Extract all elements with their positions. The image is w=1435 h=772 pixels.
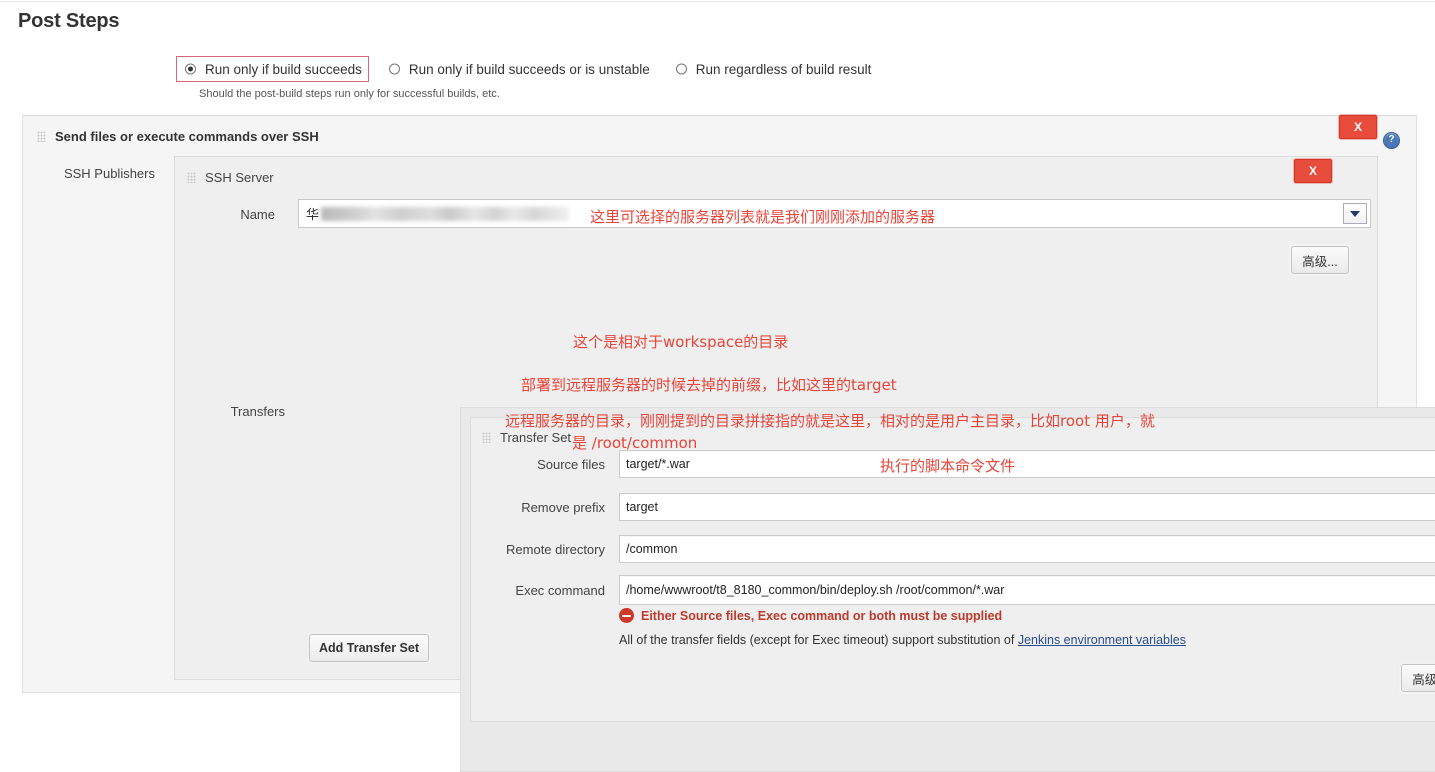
radio-run-if-succeeds[interactable]: Run only if build succeeds <box>176 56 369 82</box>
remove-prefix-label: Remove prefix <box>521 500 605 515</box>
source-files-input[interactable]: target/*.war <box>619 450 1435 478</box>
transfer-set-title-label: Transfer Set <box>500 430 572 445</box>
transfer-set-panel: Transfer Set Source files target/*.war ?… <box>470 417 1435 722</box>
error-icon <box>619 608 634 623</box>
radio-run-if-succeeds-or-unstable[interactable]: Run only if build succeeds or is unstabl… <box>381 57 656 81</box>
exec-command-label: Exec command <box>515 583 605 598</box>
radio-label: Run only if build succeeds <box>205 61 362 77</box>
run-condition-radio-group: Run only if build succeeds Run only if b… <box>176 56 878 82</box>
jenkins-env-vars-link[interactable]: Jenkins environment variables <box>1018 633 1186 647</box>
help-icon[interactable]: ? <box>1383 132 1400 149</box>
ssh-server-name-select[interactable]: 华 <box>298 199 1371 228</box>
substitution-help-prefix: All of the transfer fields (except for E… <box>619 633 1018 647</box>
add-transfer-set-button[interactable]: Add Transfer Set <box>309 634 429 662</box>
block-title-label: Send files or execute commands over SSH <box>55 129 319 144</box>
transfers-label: Transfers <box>230 404 285 419</box>
transfer-set-title: Transfer Set <box>482 430 571 445</box>
name-label: Name <box>240 207 275 222</box>
radio-indicator <box>388 63 400 75</box>
delete-block-button[interactable]: X <box>1339 115 1377 139</box>
remote-directory-label: Remote directory <box>506 542 605 557</box>
drag-handle-icon[interactable] <box>187 172 196 183</box>
remove-prefix-input[interactable]: target <box>619 493 1435 521</box>
remote-directory-input[interactable]: /common <box>619 535 1435 563</box>
top-separator <box>0 1 1435 2</box>
substitution-help-text: All of the transfer fields (except for E… <box>619 633 1186 647</box>
run-condition-hint: Should the post-build steps run only for… <box>199 88 500 100</box>
ssh-server-title-label: SSH Server <box>205 170 274 185</box>
validation-error-text: Either Source files, Exec command or bot… <box>641 608 1003 623</box>
ssh-server-name-value: 华 <box>306 207 320 222</box>
delete-ssh-server-button[interactable]: X <box>1294 159 1332 183</box>
ssh-server-title: SSH Server <box>187 170 274 185</box>
ssh-server-panel: SSH Server Name 华 高级... Transfers Transf… <box>174 156 1435 772</box>
chevron-down-icon[interactable] <box>1343 203 1367 224</box>
ssh-publisher-block: Send files or execute commands over SSH … <box>22 115 1435 772</box>
drag-handle-icon[interactable] <box>37 131 46 142</box>
ssh-publishers-label: SSH Publishers <box>63 166 155 181</box>
transfers-panel: Transfer Set Source files target/*.war ?… <box>460 407 1435 772</box>
validation-error: Either Source files, Exec command or bot… <box>619 608 1002 623</box>
drag-handle-icon[interactable] <box>482 432 491 443</box>
page-title: Post Steps <box>18 10 120 32</box>
ssh-server-advanced-button[interactable]: 高级... <box>1291 246 1349 274</box>
redacted-name-region <box>321 206 570 221</box>
radio-run-regardless[interactable]: Run regardless of build result <box>668 57 878 81</box>
radio-indicator <box>185 63 196 75</box>
radio-label: Run only if build succeeds or is unstabl… <box>408 61 650 77</box>
transfer-set-advanced-button[interactable]: 高级... <box>1401 664 1435 692</box>
exec-command-textarea[interactable]: /home/wwwroot/t8_8180_common/bin/deploy.… <box>619 575 1435 605</box>
source-files-label: Source files <box>537 457 605 472</box>
radio-label: Run regardless of build result <box>695 61 872 77</box>
exec-command-value: /home/wwwroot/t8_8180_common/bin/deploy.… <box>626 583 1005 597</box>
block-title: Send files or execute commands over SSH <box>37 129 319 144</box>
radio-indicator <box>675 63 687 75</box>
